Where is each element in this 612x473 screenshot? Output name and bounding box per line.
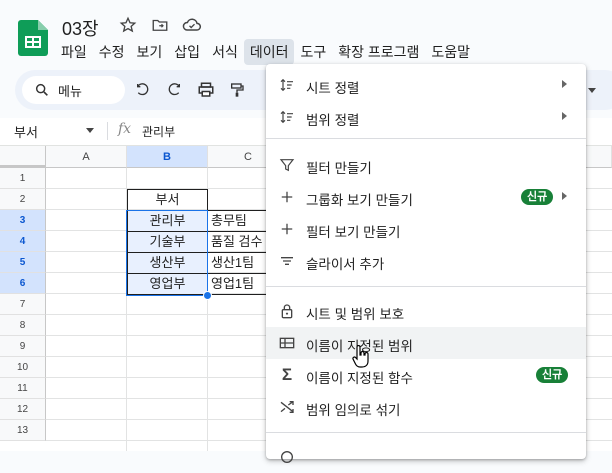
column-header-a[interactable]: A <box>46 146 127 168</box>
row-header-3[interactable]: 3 <box>0 210 46 231</box>
selection-range <box>126 210 208 296</box>
row-header-13[interactable]: 13 <box>0 420 46 441</box>
row-header-1[interactable]: 1 <box>0 168 46 189</box>
name-box[interactable]: 부서 <box>14 122 38 141</box>
print-icon[interactable] <box>196 80 216 100</box>
search-label: 메뉴 <box>58 83 82 99</box>
name-box-dropdown-icon[interactable] <box>86 128 94 133</box>
cell-c3[interactable]: 총무팀 <box>207 210 267 232</box>
row-header-4[interactable]: 4 <box>0 231 46 252</box>
formula-input[interactable]: 관리부 <box>142 123 175 140</box>
menu-item-sort-sheet[interactable]: 시트 정렬 <box>266 69 586 101</box>
row-header-6[interactable]: 6 <box>0 273 46 294</box>
menu-item-label: 범위 정렬 <box>306 113 360 128</box>
star-icon[interactable] <box>117 14 139 36</box>
cell-c5[interactable]: 생산1팀 <box>207 252 267 274</box>
menu-view[interactable]: 보기 <box>131 39 169 65</box>
shuffle-icon <box>278 398 296 416</box>
menu-item-create-filter[interactable]: 필터 만들기 <box>266 149 586 181</box>
cell-c6[interactable]: 영업1팀 <box>207 273 267 295</box>
menu-file[interactable]: 파일 <box>55 39 93 65</box>
menu-item-label: 시트 및 범위 보호 <box>306 307 405 322</box>
move-folder-icon[interactable] <box>149 14 171 36</box>
sort-icon <box>278 76 296 94</box>
column-header-b[interactable]: B <box>127 146 208 168</box>
data-menu-dropdown: 시트 정렬 범위 정렬 필터 만들기 그룹화 보기 만들기 신규 필터 보기 만… <box>266 64 586 463</box>
menu-item-add-slicer[interactable]: 슬라이서 추가 <box>266 245 586 277</box>
menu-item-label: 이름이 지정된 함수 <box>306 371 413 386</box>
slicer-icon <box>278 252 296 270</box>
menu-help[interactable]: 도움말 <box>425 39 476 65</box>
fill-handle[interactable] <box>203 291 212 300</box>
row-header-7[interactable]: 7 <box>0 294 46 315</box>
menu-item-sort-range[interactable]: 범위 정렬 <box>266 101 586 133</box>
menu-item-named-ranges[interactable]: 이름이 지정된 범위 <box>266 327 586 359</box>
row-header-8[interactable]: 8 <box>0 315 46 336</box>
menu-separator <box>266 432 586 433</box>
submenu-arrow-icon <box>562 192 567 200</box>
submenu-arrow-icon <box>562 80 567 88</box>
search-menus-input[interactable]: 메뉴 <box>22 76 125 104</box>
cloud-status-icon[interactable] <box>181 14 203 36</box>
row-header-2[interactable]: 2 <box>0 189 46 210</box>
menu-edit[interactable]: 수정 <box>93 39 131 65</box>
submenu-arrow-icon <box>562 112 567 120</box>
sigma-icon: Σ <box>281 365 293 384</box>
sheets-logo-icon[interactable] <box>18 20 48 56</box>
plus-icon <box>278 188 296 206</box>
menu-item-label: 슬라이서 추가 <box>306 257 385 272</box>
row-header-5[interactable]: 5 <box>0 252 46 273</box>
menu-item-label: 필터 만들기 <box>306 161 372 176</box>
menu-data[interactable]: 데이터 <box>243 39 295 65</box>
menu-item-create-group-view[interactable]: 그룹화 보기 만들기 신규 <box>266 181 586 213</box>
paint-format-icon[interactable] <box>227 80 247 100</box>
menu-item-named-functions[interactable]: Σ 이름이 지정된 함수 신규 <box>266 359 586 391</box>
function-icon: fx <box>118 121 132 137</box>
menu-item-randomize-range[interactable]: 범위 임의로 섞기 <box>266 391 586 423</box>
cell-b2[interactable]: 부서 <box>127 189 208 211</box>
new-badge: 신규 <box>521 189 554 205</box>
menu-separator <box>266 286 586 287</box>
toolbar-overflow-chevron-icon[interactable] <box>586 80 598 100</box>
menu-item-label: 그룹화 보기 만들기 <box>306 193 413 208</box>
row-header-10[interactable]: 10 <box>0 357 46 378</box>
menu-item-create-filter-view[interactable]: 필터 보기 만들기 <box>266 213 586 245</box>
menu-item-partial-next[interactable] <box>266 441 586 473</box>
lock-icon <box>278 302 296 320</box>
row-header-12[interactable]: 12 <box>0 399 46 420</box>
menu-format[interactable]: 서식 <box>206 39 244 65</box>
named-range-icon <box>278 334 296 352</box>
menu-bar: 파일 수정 보기 삽입 서식 데이터 도구 확장 프로그램 도움말 <box>55 39 476 65</box>
menu-tools[interactable]: 도구 <box>294 39 332 65</box>
sort-range-icon <box>278 108 296 126</box>
new-badge: 신규 <box>536 367 569 383</box>
menu-insert[interactable]: 삽입 <box>168 39 206 65</box>
cell-c4[interactable]: 품질 검수 <box>207 231 267 253</box>
menu-item-label: 범위 임의로 섞기 <box>306 403 401 418</box>
menu-item-label: 시트 정렬 <box>306 81 360 96</box>
row-header-9[interactable]: 9 <box>0 336 46 357</box>
menu-item-label: 필터 보기 만들기 <box>306 225 401 240</box>
filter-icon <box>278 156 296 174</box>
menu-separator <box>266 138 586 139</box>
document-title[interactable]: 03장 <box>62 15 99 41</box>
plus-icon <box>278 220 296 238</box>
formula-bar-divider <box>107 122 108 140</box>
hand-pointer-cursor-icon <box>352 345 369 368</box>
search-icon <box>35 83 48 96</box>
undo-icon[interactable] <box>133 80 153 100</box>
row-header-11[interactable]: 11 <box>0 378 46 399</box>
select-all-corner[interactable] <box>0 146 46 168</box>
menu-item-protect-sheets[interactable]: 시트 및 범위 보호 <box>266 295 586 327</box>
redo-icon[interactable] <box>164 80 184 100</box>
menu-extensions[interactable]: 확장 프로그램 <box>332 39 425 65</box>
